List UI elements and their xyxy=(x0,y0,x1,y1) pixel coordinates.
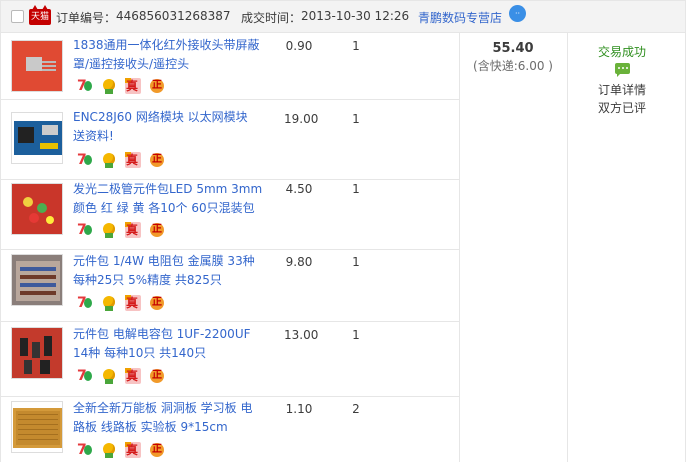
divider xyxy=(459,33,460,462)
genuine-invoice-icon[interactable]: 正 xyxy=(149,78,165,94)
product-title-link[interactable]: ENC28J60 网络模块 以太网模块 送资料! xyxy=(73,108,263,146)
item-quantity: 1 xyxy=(352,112,360,126)
order-header: 天猫 订单编号： 446856031268387 成交时间： 2013-10-3… xyxy=(0,0,686,33)
table-row: 全新全新万能板 洞洞板 学习板 电路板 线路板 实验板 9*15cm 1.10 … xyxy=(1,397,459,462)
genuine-invoice-icon[interactable]: 正 xyxy=(149,222,165,238)
table-row: 元件包 1/4W 电阻包 金属膜 33种 每种25只 5%精度 共825只 9.… xyxy=(1,250,459,322)
service-badges: 7 真 正 xyxy=(77,295,165,311)
product-title-link[interactable]: 元件包 1/4W 电阻包 金属膜 33种 每种25只 5%精度 共825只 xyxy=(73,252,263,290)
service-badges: 7 真 正 xyxy=(77,78,165,94)
genuine-invoice-icon[interactable]: 正 xyxy=(149,152,165,168)
item-quantity: 1 xyxy=(352,255,360,269)
tmall-logo-icon: 天猫 xyxy=(29,9,51,25)
order-items-grid: 1838通用一体化红外接收头带屏蔽罩/遥控接收头/遥控头 0.90 1 7 真 … xyxy=(0,33,686,462)
product-image-perfboard[interactable] xyxy=(11,401,63,453)
trade-status: 交易成功 xyxy=(597,45,646,59)
item-price: 19.00 xyxy=(284,112,319,126)
genuine-invoice-icon[interactable]: 正 xyxy=(149,368,165,384)
product-image-capacitor-kit[interactable] xyxy=(11,327,63,379)
table-row: ENC28J60 网络模块 以太网模块 送资料! 19.00 1 7 真 正 xyxy=(1,100,459,180)
wangwang-chat-icon[interactable]: ·· xyxy=(509,5,526,22)
product-image-enc28j60[interactable] xyxy=(11,112,63,164)
authentic-icon[interactable]: 真 xyxy=(125,368,141,384)
item-price: 9.80 xyxy=(285,255,313,269)
medal-icon[interactable] xyxy=(101,442,117,458)
service-badges: 7 真 正 xyxy=(77,368,165,384)
product-image-led-kit[interactable] xyxy=(11,183,63,235)
medal-icon[interactable] xyxy=(101,152,117,168)
authentic-icon[interactable]: 真 xyxy=(125,442,141,458)
product-image-ir-receiver[interactable] xyxy=(11,40,63,92)
genuine-invoice-icon[interactable]: 正 xyxy=(149,442,165,458)
item-quantity: 1 xyxy=(352,39,360,53)
product-title-link[interactable]: 全新全新万能板 洞洞板 学习板 电路板 线路板 实验板 9*15cm xyxy=(73,399,263,437)
table-row: 1838通用一体化红外接收头带屏蔽罩/遥控接收头/遥控头 0.90 1 7 真 … xyxy=(1,33,459,100)
service-badges: 7 真 正 xyxy=(77,152,165,168)
item-price: 13.00 xyxy=(284,328,319,342)
order-total: 55.40 (含快递:6.00 ) xyxy=(459,41,567,75)
seven-day-return-icon[interactable]: 7 xyxy=(77,368,93,384)
product-title-link[interactable]: 元件包 电解电容包 1UF-2200UF 14种 每种10只 共140只 xyxy=(73,325,263,363)
medal-icon[interactable] xyxy=(101,295,117,311)
service-badges: 7 真 正 xyxy=(77,442,165,458)
table-row: 元件包 电解电容包 1UF-2200UF 14种 每种10只 共140只 13.… xyxy=(1,322,459,397)
seven-day-return-icon[interactable]: 7 xyxy=(77,295,93,311)
authentic-icon[interactable]: 真 xyxy=(125,152,141,168)
seven-day-return-icon[interactable]: 7 xyxy=(77,152,93,168)
authentic-icon[interactable]: 真 xyxy=(125,222,141,238)
item-quantity: 1 xyxy=(352,328,360,342)
medal-icon[interactable] xyxy=(101,78,117,94)
order-detail-link[interactable]: 订单详情 xyxy=(568,81,676,99)
medal-icon[interactable] xyxy=(101,368,117,384)
product-title-link[interactable]: 发光二极管元件包LED 5mm 3mm 颜色 红 绿 黄 各10个 60只混装包 xyxy=(73,180,263,218)
service-badges: 7 真 正 xyxy=(77,222,165,238)
review-status: 双方已评 xyxy=(597,101,646,115)
item-price: 1.10 xyxy=(285,402,313,416)
table-row: 发光二极管元件包LED 5mm 3mm 颜色 红 绿 黄 各10个 60只混装包… xyxy=(1,180,459,250)
shipping-fee: (含快递:6.00 ) xyxy=(473,59,553,73)
item-price: 4.50 xyxy=(285,182,313,196)
genuine-invoice-icon[interactable]: 正 xyxy=(149,295,165,311)
product-image-resistor-kit[interactable] xyxy=(11,254,63,306)
item-quantity: 2 xyxy=(352,402,360,416)
order-select-checkbox[interactable] xyxy=(11,10,24,23)
total-amount: 55.40 xyxy=(492,41,534,56)
item-price: 0.90 xyxy=(285,39,313,53)
authentic-icon[interactable]: 真 xyxy=(125,295,141,311)
message-icon[interactable] xyxy=(614,63,630,77)
product-title-link[interactable]: 1838通用一体化红外接收头带屏蔽罩/遥控接收头/遥控头 xyxy=(73,36,263,74)
seven-day-return-icon[interactable]: 7 xyxy=(77,222,93,238)
seven-day-return-icon[interactable]: 7 xyxy=(77,78,93,94)
deal-time: 2013-10-30 12:26 xyxy=(301,9,410,23)
item-quantity: 1 xyxy=(352,182,360,196)
deal-time-label: 成交时间： xyxy=(241,11,302,25)
shop-name-link[interactable]: 青鹏数码专营店 xyxy=(418,9,502,26)
medal-icon[interactable] xyxy=(101,222,117,238)
order-number-label: 订单编号： xyxy=(56,11,117,25)
seven-day-return-icon[interactable]: 7 xyxy=(77,442,93,458)
authentic-icon[interactable]: 真 xyxy=(125,78,141,94)
order-status: 交易成功 订单详情 双方已评 xyxy=(568,43,676,117)
order-number: 446856031268387 xyxy=(116,9,231,23)
